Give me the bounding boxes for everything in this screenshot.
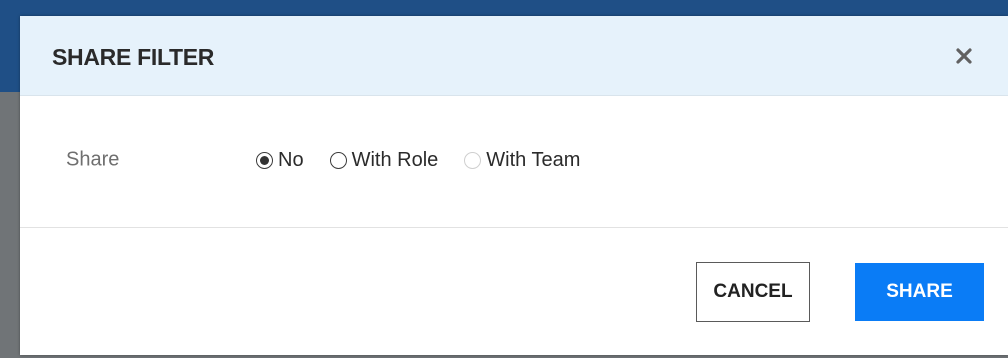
share-field-label: Share bbox=[66, 148, 120, 171]
radio-with-role-icon[interactable] bbox=[329, 151, 347, 169]
radio-with-team-icon[interactable] bbox=[464, 151, 482, 169]
dialog-title: SHARE FILTER bbox=[52, 44, 215, 70]
dialog-footer: CANCEL SHARE bbox=[20, 228, 1008, 355]
radio-with-team-label: With Team bbox=[486, 148, 581, 171]
radio-no-label: No bbox=[278, 148, 304, 171]
radio-option-with-role[interactable]: With Role bbox=[329, 148, 439, 172]
radio-option-no[interactable]: No bbox=[256, 149, 304, 172]
radio-no-icon[interactable] bbox=[256, 151, 273, 169]
share-radio-group: No With Role With Team bbox=[256, 146, 606, 174]
page-backdrop-left bbox=[0, 92, 20, 358]
dialog-header: SHARE FILTER bbox=[20, 16, 1008, 96]
close-icon[interactable] bbox=[950, 42, 978, 70]
cancel-button[interactable]: CANCEL bbox=[696, 262, 810, 322]
dialog-body: Share No With Role With Team bbox=[20, 96, 1008, 228]
radio-with-role-label: With Role bbox=[351, 148, 439, 171]
close-icon-glyph bbox=[956, 48, 972, 64]
radio-selected-dot bbox=[260, 155, 269, 165]
share-button[interactable]: SHARE bbox=[855, 263, 984, 321]
radio-option-with-team[interactable]: With Team bbox=[464, 149, 580, 172]
share-filter-dialog: SHARE FILTER Share No With Role With Tea… bbox=[20, 16, 1008, 355]
